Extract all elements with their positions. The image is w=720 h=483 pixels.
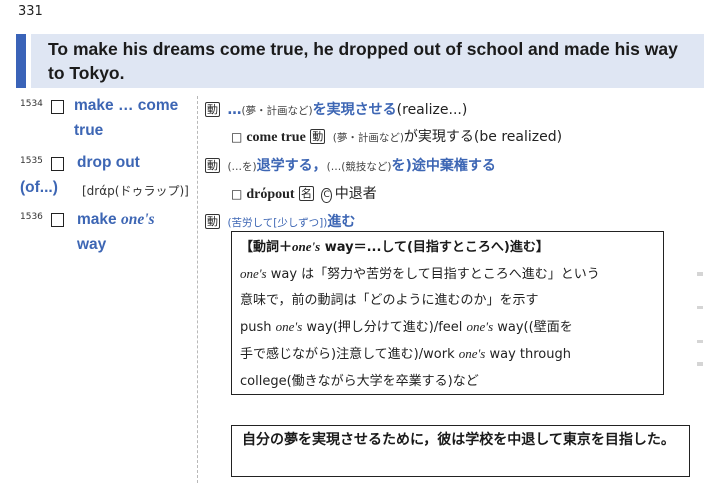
- definition-line: 動 (苦労して[少しずつ])進む: [205, 214, 356, 230]
- entry-number: 1534: [20, 99, 43, 109]
- entry-headword-cont: true: [74, 122, 104, 139]
- entry-headword: make … come: [74, 97, 179, 114]
- countable-label-icon: C: [321, 188, 332, 203]
- verb-label-icon: 動: [205, 158, 220, 173]
- entry-headword: make one's: [77, 211, 155, 228]
- entry-checkbox[interactable]: [51, 157, 64, 171]
- note-line: push one's way(押し分けて進む)/feel one's way((…: [240, 319, 573, 335]
- entry-headword-cont: way: [77, 236, 107, 253]
- checkbox-icon: □: [231, 130, 243, 144]
- note-line: college(働きながら大学を卒業する)など: [240, 374, 479, 389]
- banner-accent-bar: [16, 34, 26, 88]
- entry-checkbox[interactable]: [51, 213, 64, 227]
- verb-label-icon: 動: [205, 102, 220, 117]
- margin-bleed-decoration: [694, 270, 708, 380]
- margin-marks-icon: [697, 272, 703, 366]
- translation-text: 自分の夢を実現させるために，彼は学校を中退して東京を目指した。: [242, 432, 675, 448]
- entry-headword-cont: (of...): [20, 179, 58, 196]
- entry-checkbox[interactable]: [51, 100, 64, 114]
- derived-line: □ drόpout 名 C 中退者: [231, 186, 377, 203]
- note-line: 意味で，前の動詞は「どのように進むのか」を示す: [240, 293, 539, 308]
- verb-label-icon: 動: [205, 214, 220, 229]
- note-heading: 【動詞＋one's way＝...して(目指すところへ)進む】: [240, 239, 549, 255]
- usage-note-box: 【動詞＋one's way＝...して(目指すところへ)進む】 one's wa…: [231, 231, 664, 395]
- definition-line: 動 …(夢・計画など)を実現させる(realize...): [205, 102, 468, 118]
- note-line: one's way は「努力や苦労をして目指すところへ進む」という: [240, 266, 600, 282]
- verb-label-icon: 動: [310, 129, 326, 144]
- noun-label-icon: 名: [299, 186, 315, 201]
- note-line: 手で感じながら)注意して進む)/work one's way through: [240, 346, 571, 362]
- definition-line: 動 (…を)退学する，(…(競技など)を)途中棄権する: [205, 158, 496, 174]
- checkbox-icon: □: [231, 187, 243, 201]
- pronunciation: [drάp(ドゥラップ)]: [82, 184, 189, 198]
- translation-box: 自分の夢を実現させるために，彼は学校を中退して東京を目指した。: [231, 425, 690, 477]
- column-divider: [197, 96, 198, 483]
- page-number: 331: [18, 4, 43, 19]
- entry-number: 1535: [20, 156, 43, 166]
- derived-line: □ come true 動 (夢・計画など)が実現する(be realized): [231, 129, 563, 145]
- entry-headword: drop out: [77, 154, 140, 171]
- example-sentence: To make his dreams come true, he dropped…: [48, 39, 678, 83]
- entry-number: 1536: [20, 212, 43, 222]
